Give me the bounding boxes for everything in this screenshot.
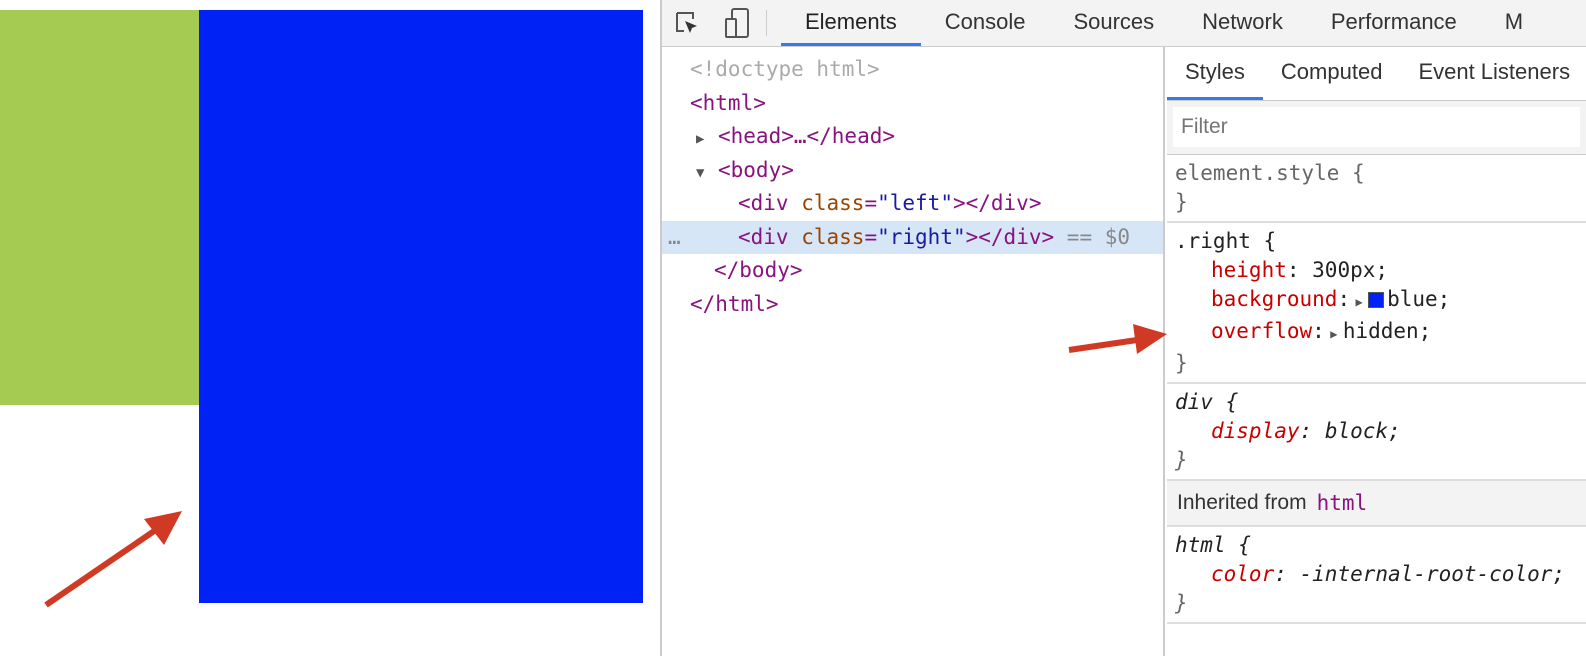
style-property-overflow[interactable]: overflow: ▶ hidden; — [1175, 317, 1578, 349]
collapse-triangle-icon[interactable]: ▼ — [696, 157, 718, 191]
dom-node-html[interactable]: <html> — [662, 87, 1163, 121]
tab-elements[interactable]: Elements — [781, 0, 921, 46]
right-div[interactable] — [199, 10, 643, 603]
filter-bar — [1167, 101, 1586, 155]
page-viewport — [0, 0, 660, 656]
devtools-toolbar: Elements Console Sources Network Perform… — [662, 0, 1586, 47]
annotation-arrow-icon — [44, 511, 182, 608]
tab-performance[interactable]: Performance — [1307, 0, 1481, 46]
color-swatch[interactable] — [1368, 292, 1385, 308]
style-property-background[interactable]: background: ▶ blue; — [1175, 285, 1578, 317]
rule-div[interactable]: div { display: block; } — [1167, 384, 1586, 481]
rule-html[interactable]: html { color: -internal-root-color; } — [1167, 527, 1586, 624]
expand-triangle-icon[interactable]: ▶ — [1350, 288, 1368, 317]
selected-marker: == $0 — [1066, 224, 1131, 249]
inherited-header: Inherited from html — [1167, 481, 1586, 527]
device-toolbar-icon[interactable] — [712, 0, 762, 46]
dom-node-div-left[interactable]: <div class="left"></div> — [662, 187, 1163, 221]
dom-node-div-right[interactable]: … <div class="right"></div> == $0 — [662, 220, 1163, 255]
dom-node-head[interactable]: ▶ <head>…</head> — [662, 120, 1163, 154]
dom-tree: <!doctype html> <html> ▶ <head>…</head> ▼… — [662, 47, 1167, 656]
tab-console[interactable]: Console — [921, 0, 1050, 46]
tab-computed[interactable]: Computed — [1263, 47, 1401, 100]
expand-triangle-icon[interactable]: ▶ — [696, 123, 718, 157]
annotation-arrow-icon — [1068, 324, 1167, 354]
tab-network[interactable]: Network — [1178, 0, 1307, 46]
left-div[interactable] — [0, 10, 199, 405]
toolbar-divider — [766, 10, 767, 36]
dom-node-html-close[interactable]: </html> — [662, 288, 1163, 322]
more-actions-icon[interactable]: … — [668, 221, 681, 255]
inspect-element-icon[interactable] — [662, 0, 712, 46]
devtools-panel: Elements Console Sources Network Perform… — [660, 0, 1586, 656]
tab-event-listeners[interactable]: Event Listeners — [1400, 47, 1586, 100]
styles-tabs: Styles Computed Event Listeners — [1167, 47, 1586, 101]
tab-sources[interactable]: Sources — [1049, 0, 1178, 46]
dom-node-body[interactable]: ▼ <body> — [662, 154, 1163, 188]
rule-right[interactable]: .right { height: 300px; background: ▶ blue… — [1167, 223, 1586, 384]
tab-styles[interactable]: Styles — [1167, 47, 1263, 100]
tab-more[interactable]: M — [1481, 0, 1547, 46]
inherited-tag-link[interactable]: html — [1317, 491, 1368, 515]
filter-input[interactable] — [1173, 107, 1580, 147]
styles-sidebar: Styles Computed Event Listeners element.… — [1167, 47, 1586, 656]
expand-triangle-icon[interactable]: ▶ — [1325, 320, 1343, 349]
dom-node-doctype[interactable]: <!doctype html> — [662, 53, 1163, 87]
dom-node-body-close[interactable]: </body> — [662, 254, 1163, 288]
style-property-height[interactable]: height: 300px; — [1175, 256, 1578, 285]
rule-element-style[interactable]: element.style { } — [1167, 155, 1586, 223]
